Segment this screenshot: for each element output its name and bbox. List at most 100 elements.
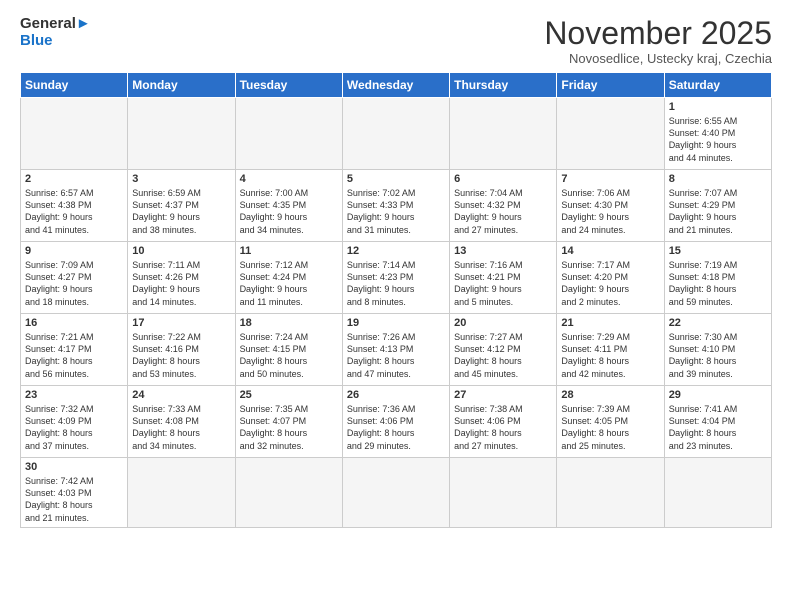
day-number: 3 xyxy=(132,173,230,185)
calendar-day-cell: 22 Sunrise: 7:30 AM Sunset: 4:10 PM Dayli… xyxy=(664,314,771,386)
calendar-day-cell: 16 Sunrise: 7:21 AM Sunset: 4:17 PM Dayli… xyxy=(21,314,128,386)
calendar-day-cell: 26 Sunrise: 7:36 AM Sunset: 4:06 PM Dayli… xyxy=(342,386,449,458)
calendar-day-cell xyxy=(21,98,128,170)
day-number: 9 xyxy=(25,245,123,257)
calendar-day-cell: 19 Sunrise: 7:26 AM Sunset: 4:13 PM Dayli… xyxy=(342,314,449,386)
day-info: Sunrise: 7:39 AM Sunset: 4:05 PM Dayligh… xyxy=(561,403,659,452)
day-info: Sunrise: 7:17 AM Sunset: 4:20 PM Dayligh… xyxy=(561,259,659,308)
day-info: Sunrise: 7:24 AM Sunset: 4:15 PM Dayligh… xyxy=(240,331,338,380)
day-info: Sunrise: 7:27 AM Sunset: 4:12 PM Dayligh… xyxy=(454,331,552,380)
day-number: 23 xyxy=(25,389,123,401)
day-number: 1 xyxy=(669,101,767,113)
location-subtitle: Novosedlice, Ustecky kraj, Czechia xyxy=(544,51,772,66)
calendar-day-cell: 14 Sunrise: 7:17 AM Sunset: 4:20 PM Dayli… xyxy=(557,242,664,314)
calendar-day-cell: 13 Sunrise: 7:16 AM Sunset: 4:21 PM Dayli… xyxy=(450,242,557,314)
day-info: Sunrise: 7:30 AM Sunset: 4:10 PM Dayligh… xyxy=(669,331,767,380)
calendar-week-row: 2Sunrise: 6:57 AM Sunset: 4:38 PM Daylig… xyxy=(21,170,772,242)
calendar-day-cell xyxy=(450,458,557,528)
day-info: Sunrise: 6:57 AM Sunset: 4:38 PM Dayligh… xyxy=(25,187,123,236)
day-info: Sunrise: 7:14 AM Sunset: 4:23 PM Dayligh… xyxy=(347,259,445,308)
col-saturday: Saturday xyxy=(664,73,771,98)
day-info: Sunrise: 7:35 AM Sunset: 4:07 PM Dayligh… xyxy=(240,403,338,452)
col-tuesday: Tuesday xyxy=(235,73,342,98)
day-number: 11 xyxy=(240,245,338,257)
day-number: 5 xyxy=(347,173,445,185)
calendar-day-cell: 4Sunrise: 7:00 AM Sunset: 4:35 PM Daylig… xyxy=(235,170,342,242)
day-info: Sunrise: 7:21 AM Sunset: 4:17 PM Dayligh… xyxy=(25,331,123,380)
calendar-day-cell xyxy=(235,458,342,528)
day-number: 12 xyxy=(347,245,445,257)
calendar-week-row: 23Sunrise: 7:32 AM Sunset: 4:09 PM Dayli… xyxy=(21,386,772,458)
day-number: 6 xyxy=(454,173,552,185)
day-info: Sunrise: 7:11 AM Sunset: 4:26 PM Dayligh… xyxy=(132,259,230,308)
calendar-day-cell: 17Sunrise: 7:22 AM Sunset: 4:16 PM Dayli… xyxy=(128,314,235,386)
day-info: Sunrise: 7:29 AM Sunset: 4:11 PM Dayligh… xyxy=(561,331,659,380)
day-number: 10 xyxy=(132,245,230,257)
day-number: 20 xyxy=(454,317,552,329)
calendar-day-cell xyxy=(450,98,557,170)
calendar-day-cell xyxy=(557,98,664,170)
day-info: Sunrise: 7:06 AM Sunset: 4:30 PM Dayligh… xyxy=(561,187,659,236)
calendar-day-cell xyxy=(664,458,771,528)
calendar-day-cell: 9 Sunrise: 7:09 AM Sunset: 4:27 PM Daylig… xyxy=(21,242,128,314)
col-friday: Friday xyxy=(557,73,664,98)
day-info: Sunrise: 7:00 AM Sunset: 4:35 PM Dayligh… xyxy=(240,187,338,236)
calendar-day-cell: 18 Sunrise: 7:24 AM Sunset: 4:15 PM Dayli… xyxy=(235,314,342,386)
col-wednesday: Wednesday xyxy=(342,73,449,98)
col-sunday: Sunday xyxy=(21,73,128,98)
logo: General► Blue xyxy=(20,16,91,49)
day-number: 7 xyxy=(561,173,659,185)
day-info: Sunrise: 7:26 AM Sunset: 4:13 PM Dayligh… xyxy=(347,331,445,380)
calendar-table: Sunday Monday Tuesday Wednesday Thursday… xyxy=(20,72,772,528)
day-number: 19 xyxy=(347,317,445,329)
calendar-week-row: 1 Sunrise: 6:55 AM Sunset: 4:40 PM Daylig… xyxy=(21,98,772,170)
day-number: 15 xyxy=(669,245,767,257)
day-number: 16 xyxy=(25,317,123,329)
month-title: November 2025 xyxy=(544,16,772,51)
calendar-day-cell: 2Sunrise: 6:57 AM Sunset: 4:38 PM Daylig… xyxy=(21,170,128,242)
calendar-day-cell: 1 Sunrise: 6:55 AM Sunset: 4:40 PM Daylig… xyxy=(664,98,771,170)
calendar-day-cell xyxy=(235,98,342,170)
calendar-day-cell: 3Sunrise: 6:59 AM Sunset: 4:37 PM Daylig… xyxy=(128,170,235,242)
day-info: Sunrise: 7:16 AM Sunset: 4:21 PM Dayligh… xyxy=(454,259,552,308)
calendar-day-cell: 7 Sunrise: 7:06 AM Sunset: 4:30 PM Daylig… xyxy=(557,170,664,242)
day-number: 8 xyxy=(669,173,767,185)
calendar-day-cell: 12 Sunrise: 7:14 AM Sunset: 4:23 PM Dayli… xyxy=(342,242,449,314)
day-info: Sunrise: 7:22 AM Sunset: 4:16 PM Dayligh… xyxy=(132,331,230,380)
day-number: 14 xyxy=(561,245,659,257)
day-number: 26 xyxy=(347,389,445,401)
page: General► Blue November 2025 Novosedlice,… xyxy=(0,0,792,538)
day-number: 21 xyxy=(561,317,659,329)
day-info: Sunrise: 7:42 AM Sunset: 4:03 PM Dayligh… xyxy=(25,475,123,524)
calendar-day-cell: 29 Sunrise: 7:41 AM Sunset: 4:04 PM Dayli… xyxy=(664,386,771,458)
day-info: Sunrise: 7:36 AM Sunset: 4:06 PM Dayligh… xyxy=(347,403,445,452)
day-info: Sunrise: 7:38 AM Sunset: 4:06 PM Dayligh… xyxy=(454,403,552,452)
calendar-day-cell: 6 Sunrise: 7:04 AM Sunset: 4:32 PM Daylig… xyxy=(450,170,557,242)
calendar-day-cell xyxy=(128,98,235,170)
day-number: 29 xyxy=(669,389,767,401)
day-info: Sunrise: 6:55 AM Sunset: 4:40 PM Dayligh… xyxy=(669,115,767,164)
day-number: 22 xyxy=(669,317,767,329)
day-info: Sunrise: 7:41 AM Sunset: 4:04 PM Dayligh… xyxy=(669,403,767,452)
calendar-day-cell: 23Sunrise: 7:32 AM Sunset: 4:09 PM Dayli… xyxy=(21,386,128,458)
day-number: 24 xyxy=(132,389,230,401)
calendar-day-cell xyxy=(342,458,449,528)
calendar-day-cell: 24Sunrise: 7:33 AM Sunset: 4:08 PM Dayli… xyxy=(128,386,235,458)
logo-blue-text: Blue xyxy=(20,33,91,50)
day-info: Sunrise: 7:04 AM Sunset: 4:32 PM Dayligh… xyxy=(454,187,552,236)
calendar-day-cell: 20 Sunrise: 7:27 AM Sunset: 4:12 PM Dayli… xyxy=(450,314,557,386)
header: General► Blue November 2025 Novosedlice,… xyxy=(20,16,772,66)
day-number: 13 xyxy=(454,245,552,257)
day-info: Sunrise: 7:09 AM Sunset: 4:27 PM Dayligh… xyxy=(25,259,123,308)
calendar-header-row: Sunday Monday Tuesday Wednesday Thursday… xyxy=(21,73,772,98)
day-number: 30 xyxy=(25,461,123,473)
day-info: Sunrise: 7:19 AM Sunset: 4:18 PM Dayligh… xyxy=(669,259,767,308)
day-info: Sunrise: 7:07 AM Sunset: 4:29 PM Dayligh… xyxy=(669,187,767,236)
calendar-day-cell xyxy=(342,98,449,170)
calendar-week-row: 16 Sunrise: 7:21 AM Sunset: 4:17 PM Dayli… xyxy=(21,314,772,386)
calendar-day-cell xyxy=(128,458,235,528)
calendar-day-cell: 25Sunrise: 7:35 AM Sunset: 4:07 PM Dayli… xyxy=(235,386,342,458)
day-number: 28 xyxy=(561,389,659,401)
day-info: Sunrise: 7:02 AM Sunset: 4:33 PM Dayligh… xyxy=(347,187,445,236)
day-number: 18 xyxy=(240,317,338,329)
